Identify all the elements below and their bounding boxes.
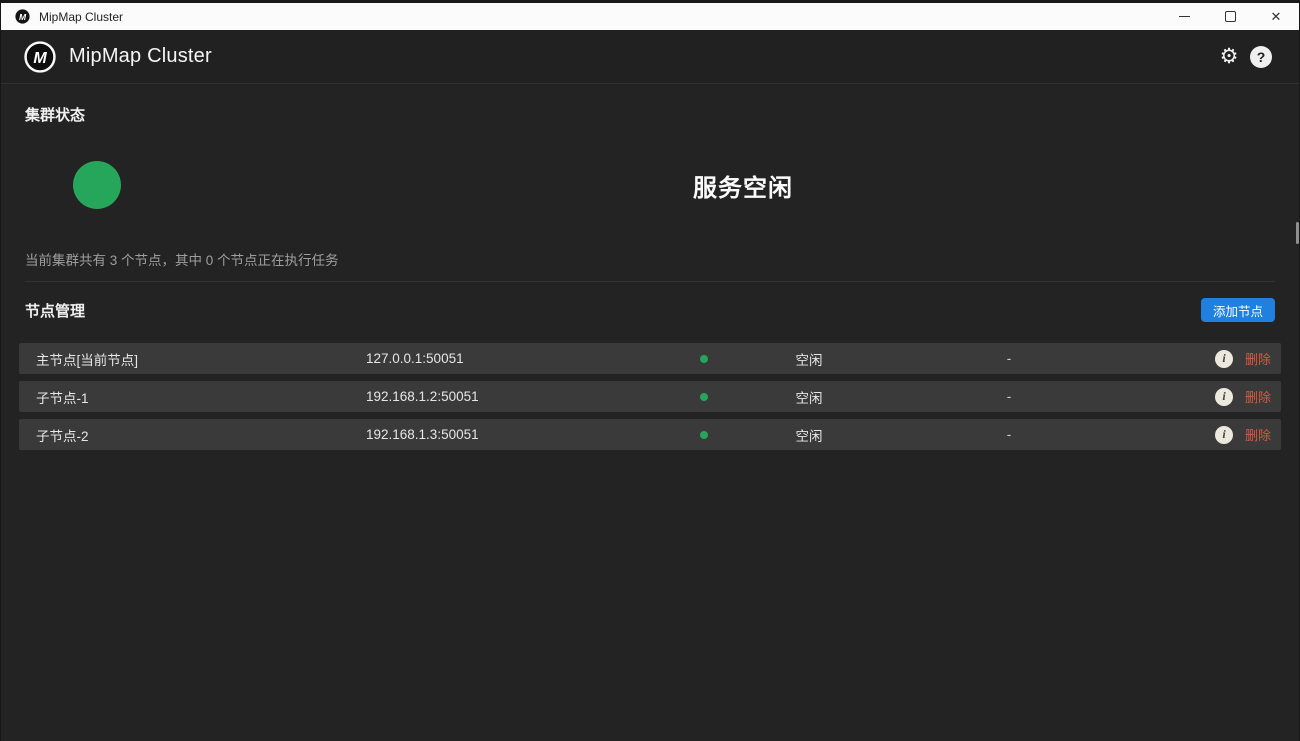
main-content: 集群状态 服务空闲 当前集群共有 3 个节点，其中 0 个节点正在执行任务 节点…: [1, 84, 1299, 741]
gear-icon: ⚙: [1220, 46, 1239, 67]
cluster-status-title: 集群状态: [25, 104, 1275, 125]
info-icon[interactable]: i: [1215, 426, 1233, 444]
close-button[interactable]: ✕: [1253, 3, 1299, 30]
info-icon[interactable]: i: [1215, 350, 1233, 368]
node-management-header: 节点管理 添加节点: [25, 298, 1275, 322]
scrollbar-thumb[interactable]: [1296, 222, 1299, 244]
status-text-area: 服务空闲: [121, 168, 1275, 203]
node-name-cell: 主节点[当前节点]: [19, 349, 349, 369]
mipmap-logo-icon: M: [23, 40, 57, 74]
node-actions-cell: i 删除: [1215, 349, 1281, 368]
node-name-cell: 子节点-2: [19, 425, 349, 445]
help-button[interactable]: ?: [1245, 41, 1277, 73]
cluster-status-section: 集群状态 服务空闲 当前集群共有 3 个节点，其中 0 个节点正在执行任务: [25, 84, 1275, 282]
node-name-cell: 子节点-1: [19, 387, 349, 407]
status-dot-icon: [700, 393, 708, 401]
node-actions-cell: i 删除: [1215, 387, 1281, 406]
add-node-button[interactable]: 添加节点: [1201, 298, 1275, 322]
maximize-icon: [1225, 11, 1236, 22]
node-table: 主节点[当前节点] 127.0.0.1:50051 空闲 - i 删除 子节点-…: [19, 343, 1281, 450]
minimize-button[interactable]: [1161, 3, 1207, 30]
node-management-section: 节点管理 添加节点 主节点[当前节点] 127.0.0.1:50051 空闲 -…: [25, 282, 1275, 450]
status-dot-icon: [700, 355, 708, 363]
cluster-status-indicator: [73, 161, 121, 209]
titlebar-left: M MipMap Cluster: [1, 8, 1161, 25]
node-address-cell: 192.168.1.2:50051: [349, 389, 669, 404]
info-icon[interactable]: i: [1215, 388, 1233, 406]
app-window: M MipMap Cluster ✕ M MipMap Cluster ⚙: [0, 0, 1300, 741]
settings-button[interactable]: ⚙: [1213, 41, 1245, 73]
node-task-cell: -: [879, 427, 1139, 442]
logo-letter: M: [33, 49, 47, 67]
status-dot-icon: [700, 431, 708, 439]
node-status-dot-cell: [669, 393, 739, 401]
service-status-text: 服务空闲: [693, 175, 793, 202]
node-status-dot-cell: [669, 355, 739, 363]
table-row: 子节点-1 192.168.1.2:50051 空闲 - i 删除: [19, 381, 1281, 412]
delete-node-button[interactable]: 删除: [1245, 387, 1271, 406]
window-titlebar: M MipMap Cluster ✕: [1, 0, 1299, 30]
node-status-dot-cell: [669, 431, 739, 439]
node-status-cell: 空闲: [739, 349, 879, 369]
delete-node-button[interactable]: 删除: [1245, 349, 1271, 368]
status-panel: 服务空闲: [25, 135, 1275, 235]
node-status-cell: 空闲: [739, 387, 879, 407]
node-address-cell: 127.0.0.1:50051: [349, 351, 669, 366]
app-title: MipMap Cluster: [69, 45, 212, 68]
delete-node-button[interactable]: 删除: [1245, 425, 1271, 444]
cluster-summary-text: 当前集群共有 3 个节点，其中 0 个节点正在执行任务: [25, 249, 1275, 269]
node-management-title: 节点管理: [25, 300, 85, 321]
window-controls: ✕: [1161, 3, 1299, 30]
node-task-cell: -: [879, 389, 1139, 404]
maximize-button[interactable]: [1207, 3, 1253, 30]
node-actions-cell: i 删除: [1215, 425, 1281, 444]
app-icon-letter: M: [19, 12, 27, 22]
close-icon: ✕: [1271, 10, 1282, 23]
app-icon: M: [14, 8, 31, 25]
window-title: MipMap Cluster: [39, 10, 123, 24]
minimize-icon: [1179, 16, 1190, 17]
app-header: M MipMap Cluster ⚙ ?: [1, 30, 1299, 84]
help-icon: ?: [1250, 46, 1272, 68]
node-status-cell: 空闲: [739, 425, 879, 445]
table-row: 子节点-2 192.168.1.3:50051 空闲 - i 删除: [19, 419, 1281, 450]
table-row: 主节点[当前节点] 127.0.0.1:50051 空闲 - i 删除: [19, 343, 1281, 374]
node-address-cell: 192.168.1.3:50051: [349, 427, 669, 442]
node-task-cell: -: [879, 351, 1139, 366]
